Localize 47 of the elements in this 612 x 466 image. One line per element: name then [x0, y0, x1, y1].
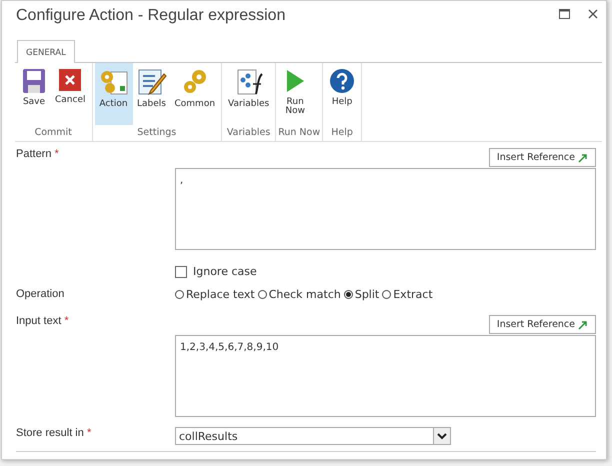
pattern-field[interactable]: ,	[175, 168, 596, 250]
radio-label: Replace text	[186, 288, 255, 301]
store-result-dropdown[interactable]: collResults	[175, 427, 451, 445]
insert-reference-button[interactable]: Insert Reference	[488, 148, 596, 167]
radio-button[interactable]	[382, 290, 392, 299]
checkbox-label: Ignore case	[193, 265, 257, 278]
group-label: Commit	[34, 126, 73, 140]
required-mark: *	[54, 148, 59, 160]
group-label: Variables	[226, 126, 272, 140]
arrow-icon	[578, 152, 588, 162]
ribbon-button[interactable]: Labels	[132, 63, 170, 125]
radio-button[interactable]	[344, 290, 353, 299]
list-pencil-icon	[136, 68, 166, 96]
field-label: Pattern *	[16, 148, 60, 162]
ribbon-button[interactable]: Action	[94, 63, 132, 125]
insert-reference-button[interactable]: Insert Reference	[488, 315, 596, 334]
window-title: Configure Action - Regular expression	[16, 7, 286, 25]
caret-icon	[437, 432, 447, 440]
ribbon-button[interactable]: Cancel	[51, 63, 90, 125]
field-label: Input text *	[16, 315, 70, 329]
input-text-field[interactable]: 1,2,3,4,5,6,7,8,9,10	[175, 335, 596, 417]
close-icon	[58, 68, 82, 92]
radio-label: Extract	[393, 288, 433, 301]
radio-label: Split	[354, 288, 380, 301]
ribbon-button[interactable]: Run Now	[278, 63, 312, 125]
field-label: Store result in *	[16, 427, 92, 441]
required-mark: *	[64, 315, 69, 327]
ribbon-button[interactable]: Variables	[224, 63, 274, 125]
group-label: Help	[330, 126, 354, 140]
radio-button[interactable]	[258, 290, 267, 299]
arrow-icon	[578, 320, 588, 330]
group-label: Run Now	[278, 126, 320, 140]
ribbon-tab[interactable]: GENERAL	[17, 40, 75, 63]
radio-label: Check match	[268, 288, 341, 301]
gears-icon	[98, 68, 128, 96]
play-icon	[284, 68, 306, 94]
close-icon[interactable]	[588, 9, 598, 19]
ribbon-button[interactable]: Common	[170, 63, 220, 125]
ribbon-button[interactable]: Help	[325, 63, 360, 125]
maximize-icon[interactable]	[559, 9, 570, 19]
checkbox[interactable]	[175, 266, 187, 278]
ribbon-button[interactable]: Save	[17, 63, 51, 125]
field-label: Operation	[16, 288, 66, 301]
radio-button[interactable]	[175, 290, 184, 299]
required-mark: *	[86, 427, 92, 439]
help-icon	[329, 68, 356, 94]
group-label: Settings	[136, 126, 178, 140]
